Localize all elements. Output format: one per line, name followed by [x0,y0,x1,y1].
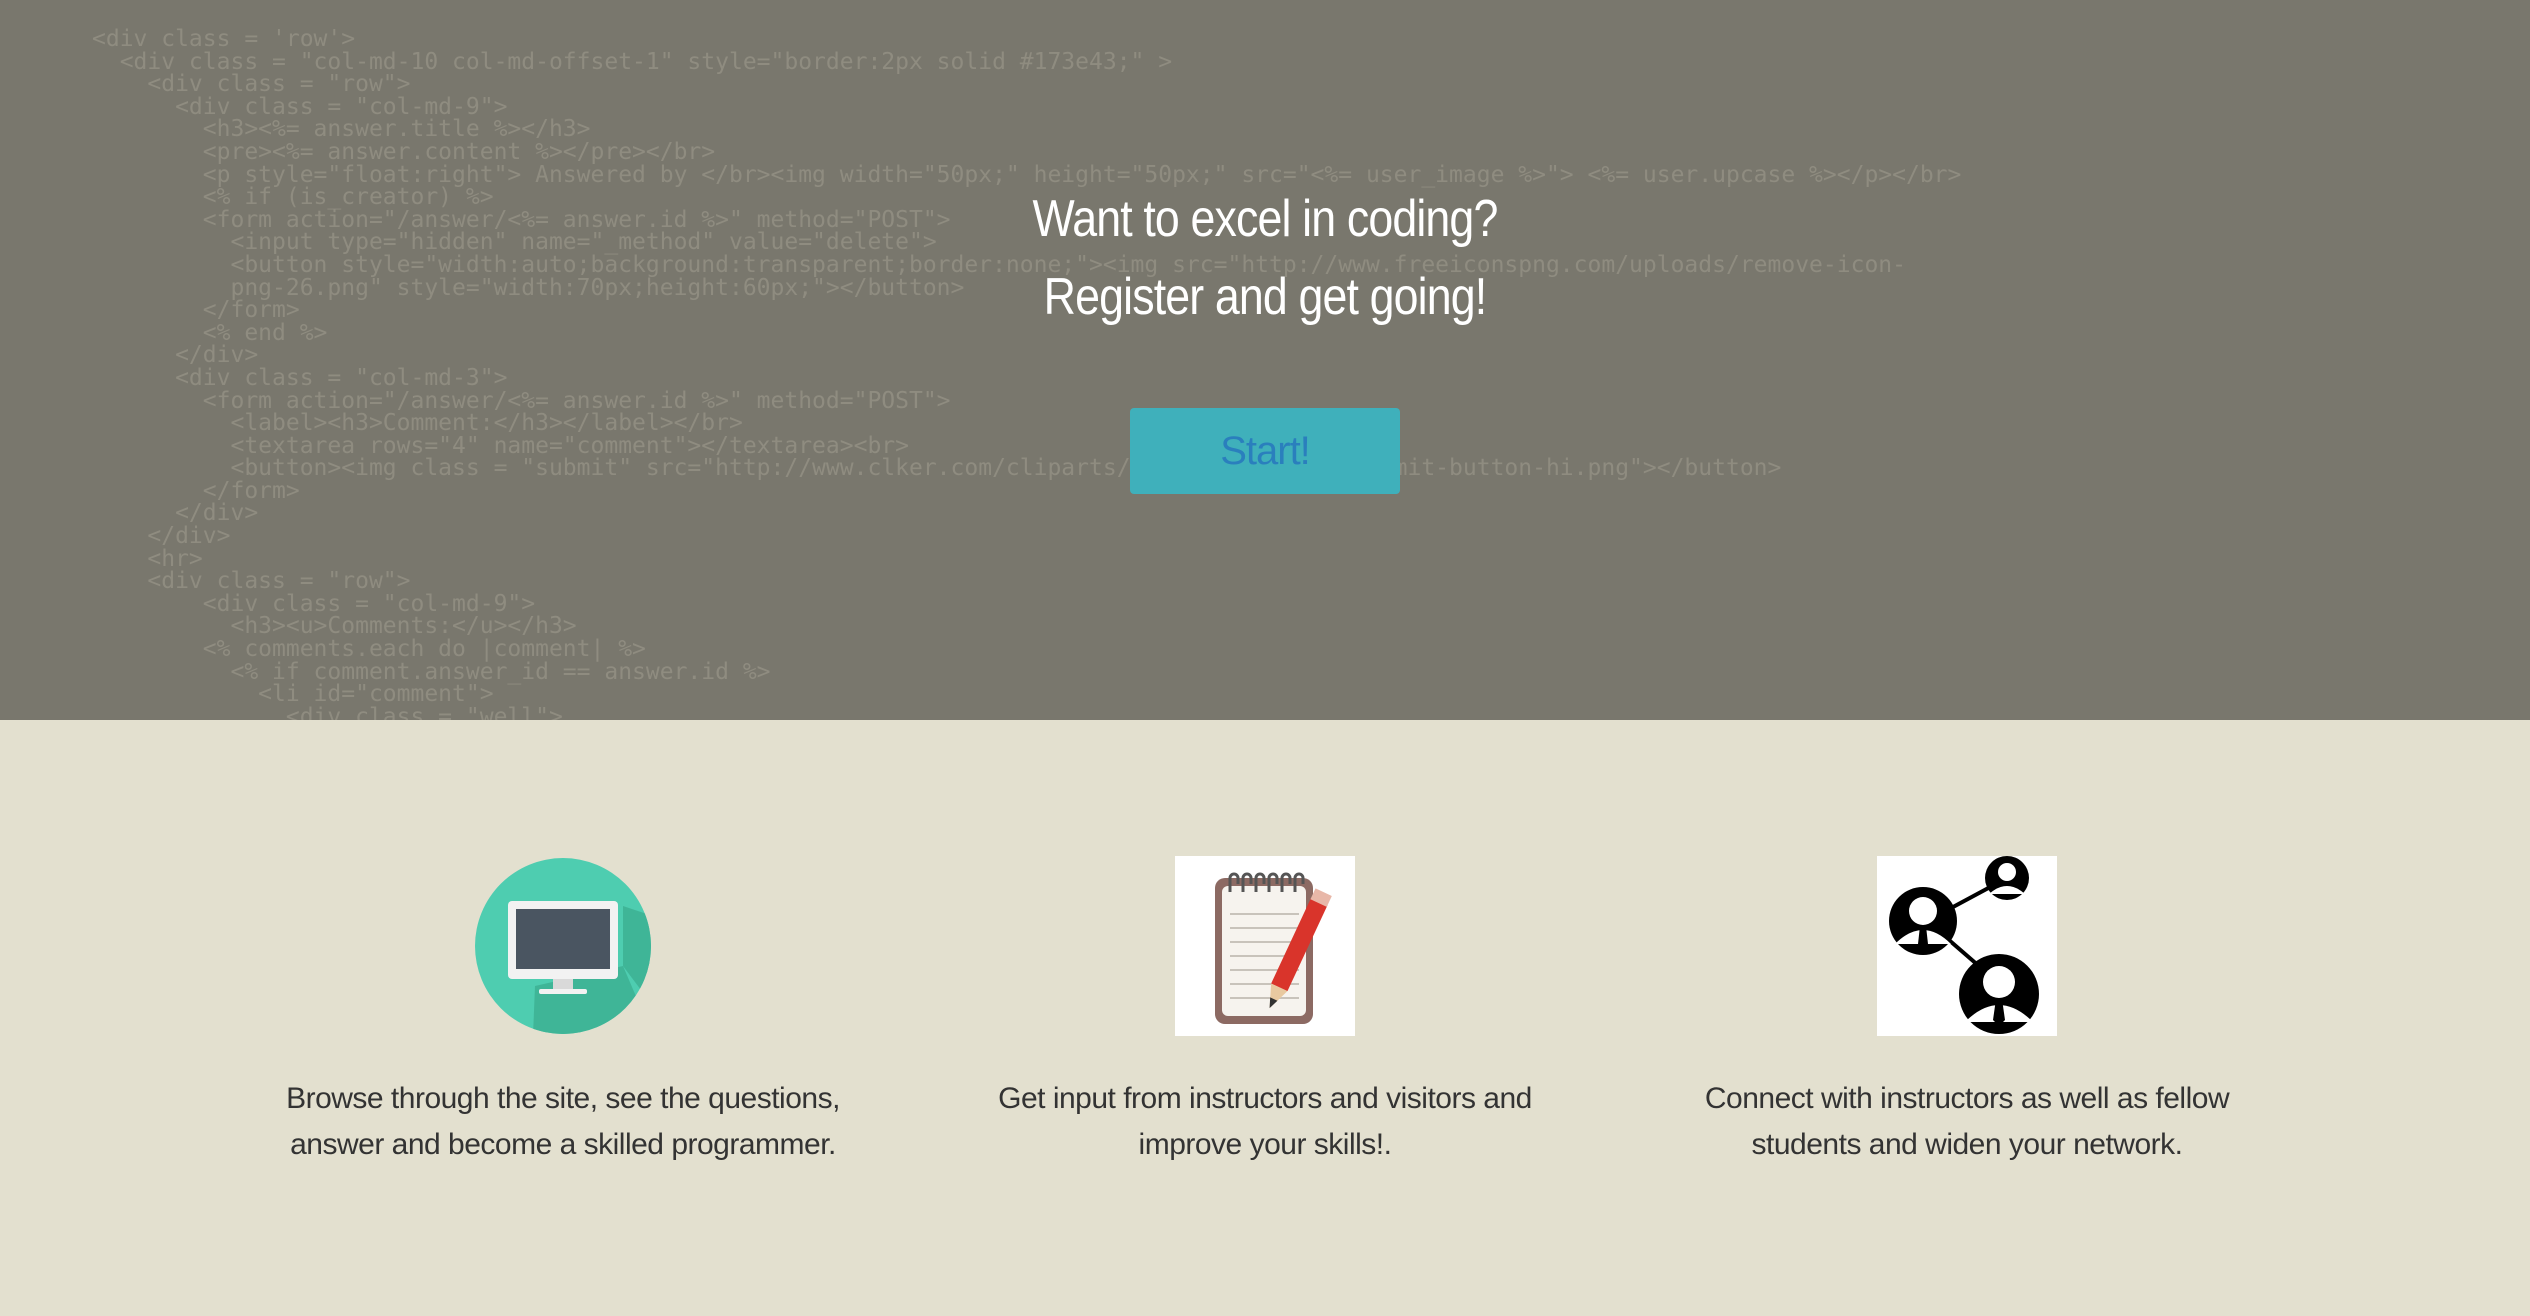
code-line: <% if comment.answer_id == answer.id %> [92,658,771,685]
code-line: <div class = "well"> [92,703,563,720]
code-line: <h3><u>Comments:</u></h3> [92,613,577,640]
code-line: <div class = "col-md-3"> [92,364,508,391]
code-line: <div class = "row"> [92,568,411,595]
feature-text: Connect with instructors as well as fell… [1704,1082,2230,1161]
start-button[interactable]: Start! [1130,408,1400,494]
code-line: <div class = "col-md-9"> [92,590,536,617]
code-line: <form action="/answer/<%= answer.id %>" … [92,387,951,414]
headline-line-2: Register and get going! [1043,268,1488,326]
code-line: <% comments.each do |comment| %> [92,636,646,663]
hero-headline: Want to excel in coding? Register and ge… [177,180,2353,336]
code-line: <button><img class = "submit" src="http:… [92,455,1782,482]
network-people-icon [1877,856,2057,1036]
feature-input: Get input from instructors and visitors … [935,856,1595,1168]
feature-network: Connect with instructors as well as fell… [1637,856,2297,1168]
code-line: <label><h3>Comment:</h3></label></br> [92,410,743,437]
code-line: <div class = "col-md-10 col-md-offset-1"… [92,48,1173,75]
code-line: <div class = "row"> [92,71,411,98]
feature-text: Browse through the site, see the questio… [286,1082,840,1161]
code-line: <div class = 'row'> [92,26,356,52]
code-line: <li id="comment"> [92,681,494,708]
code-line: </form> [92,477,300,504]
features-section: Browse through the site, see the questio… [0,720,2530,1316]
feature-text: Get input from instructors and visitors … [998,1082,1532,1161]
code-line: <pre><%= answer.content %></pre></br> [92,138,716,165]
code-line: </div> [92,500,259,527]
headline-line-1: Want to excel in coding? [1032,190,1499,248]
hero-section: <div class = 'row'> <div class = "col-md… [0,0,2530,720]
code-line: </div> [92,523,231,550]
code-line: <div class = "col-md-9"> [92,93,508,120]
monitor-icon [473,856,653,1036]
code-line: <textarea rows="4" name="comment"></text… [92,432,909,459]
notepad-pencil-icon [1175,856,1355,1036]
code-line: <h3><%= answer.title %></h3> [92,116,591,143]
feature-browse: Browse through the site, see the questio… [233,856,893,1168]
code-background: <div class = 'row'> <div class = "col-md… [92,28,1961,720]
code-line: </div> [92,342,259,369]
code-line: <hr> [92,545,203,572]
